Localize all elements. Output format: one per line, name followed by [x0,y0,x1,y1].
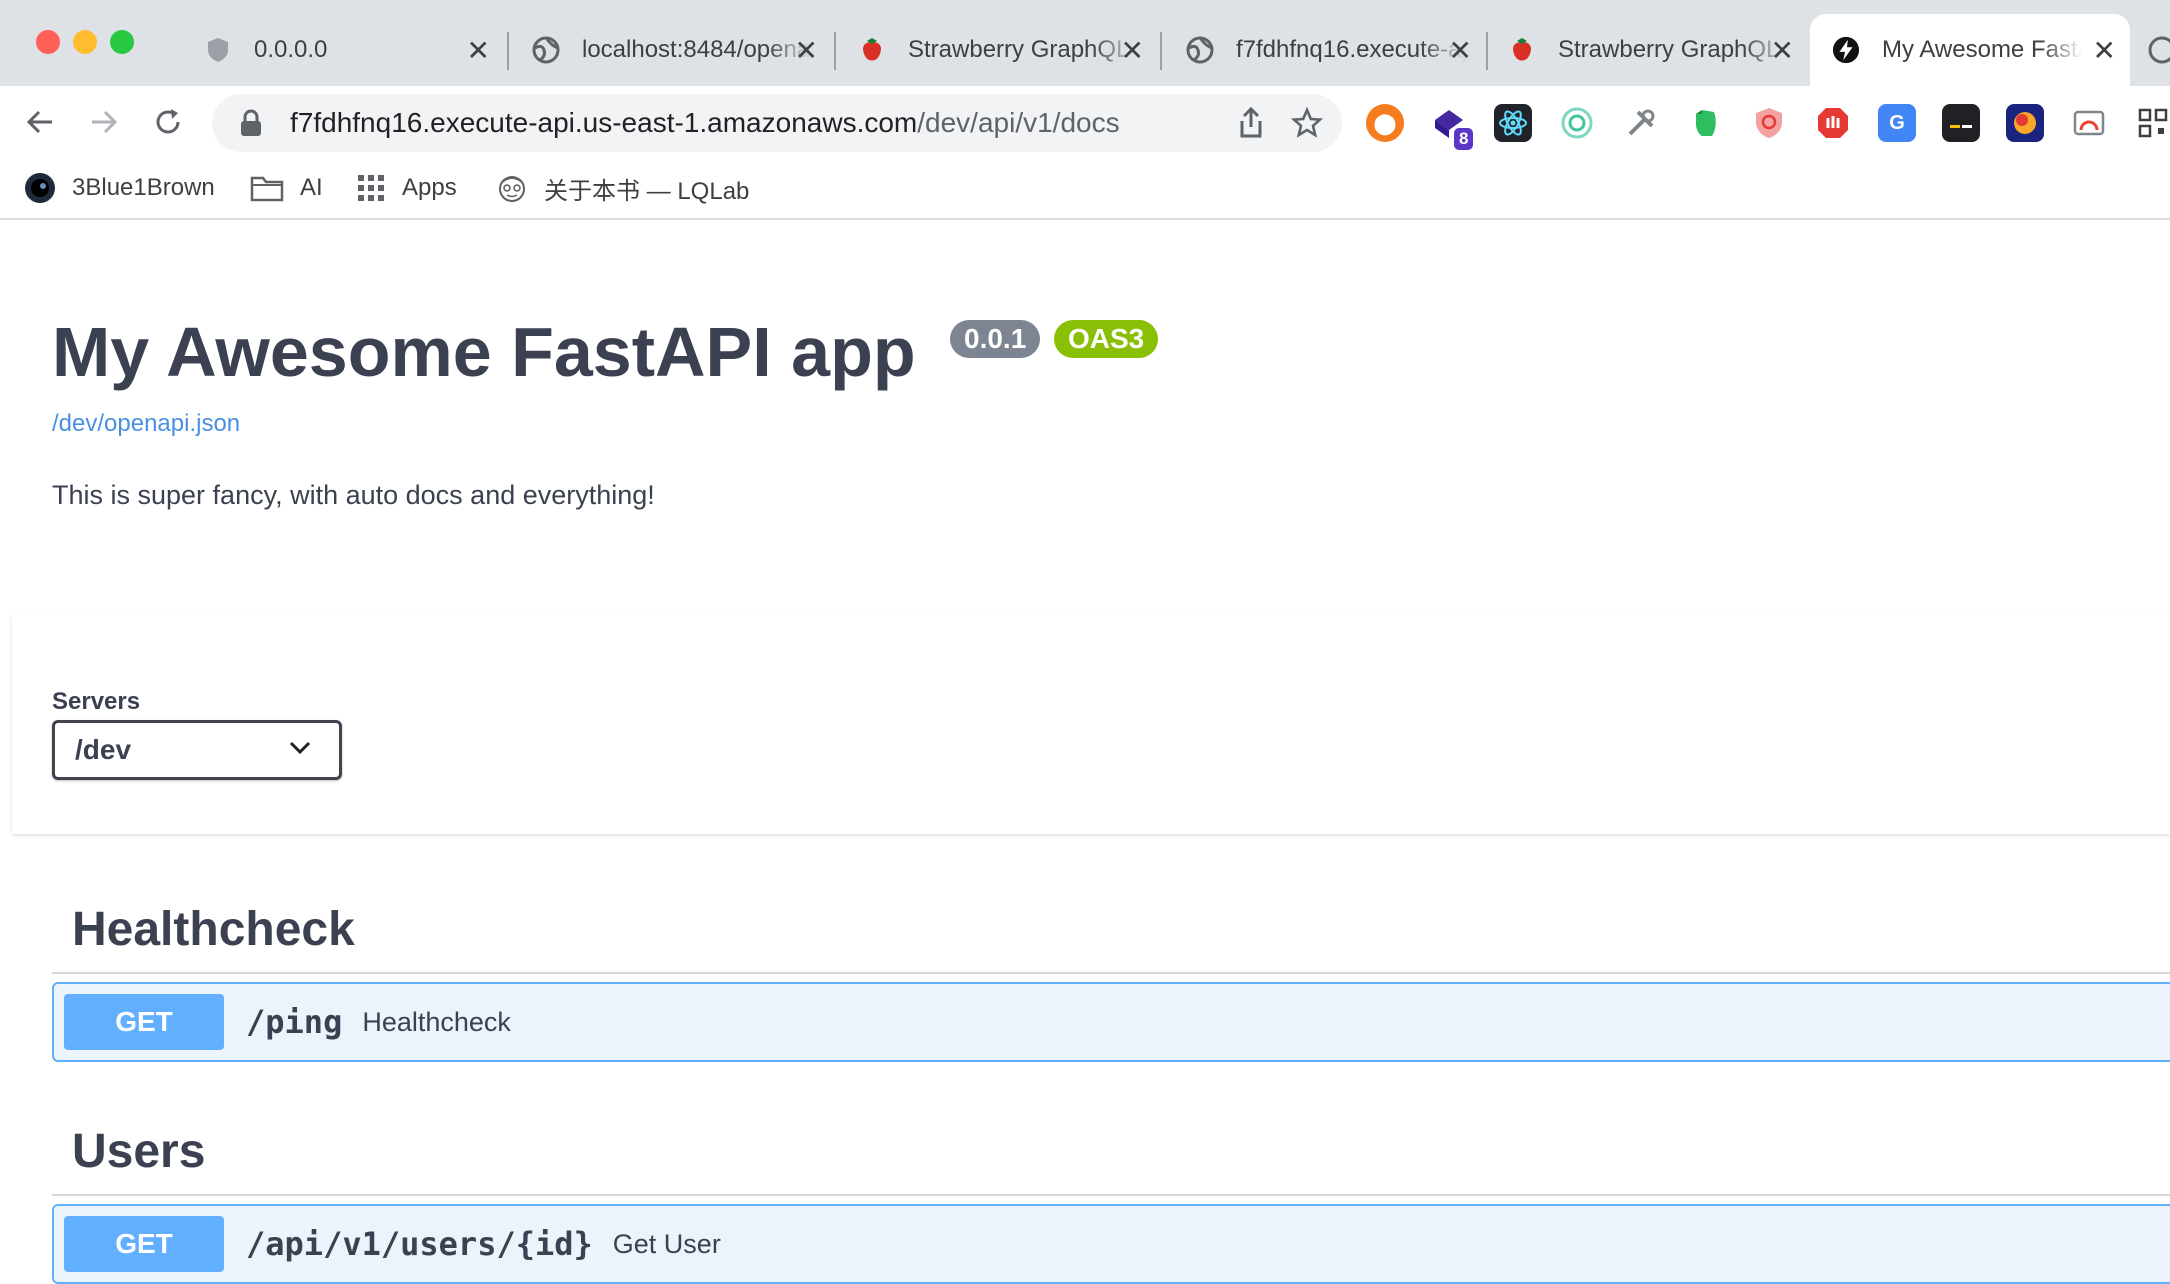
api-description: This is super fancy, with auto docs and … [52,480,655,510]
operation-path: /ping [246,1003,343,1041]
tab-title: localhost:8484/openapi [582,36,812,63]
tab-5-active[interactable]: My Awesome FastAPI app ✕ [1810,14,2130,86]
globe-icon [532,36,560,64]
tag-users[interactable]: Users [52,1102,2170,1196]
fastapi-bolt-icon [1832,36,1860,64]
close-window-button[interactable] [36,30,60,54]
minimize-window-button[interactable] [73,30,97,54]
share-icon[interactable] [1232,104,1270,142]
extension-target-icon[interactable] [1558,104,1596,142]
tab-separator [834,32,836,70]
tab-separator [1486,32,1488,70]
http-method-badge: GET [64,1216,224,1272]
qr-code-icon[interactable] [2134,104,2170,142]
bookmark-label: 3Blue1Brown [72,174,215,201]
servers-select[interactable]: /dev [52,720,342,780]
close-tab-icon[interactable]: ✕ [467,34,490,67]
oas-badge: OAS3 [1054,320,1159,358]
operation-get-user[interactable]: GET /api/v1/users/{id} Get User [52,1204,2170,1284]
back-button[interactable] [18,100,62,144]
tab-title: Strawberry GraphQL [908,36,1130,63]
strawberry-icon [858,36,886,64]
tab-title: f7fdhfnq16.execute-api [1236,36,1466,63]
evernote-icon[interactable] [1686,104,1724,142]
operation-path: /api/v1/users/{id} [246,1225,593,1263]
tab-overflow[interactable] [2148,14,2170,86]
tab-0[interactable]: 0.0.0.0 ✕ [204,14,504,86]
close-tab-icon[interactable]: ✕ [795,34,818,67]
close-tab-icon[interactable]: ✕ [2093,34,2116,67]
tab-title: My Awesome FastAPI app [1882,36,2082,63]
reload-button[interactable] [146,100,190,144]
tab-title: Strawberry GraphQL [1558,36,1780,63]
url-text: f7fdhfnq16.execute-api.us-east-1.amazona… [290,107,1120,139]
bookmark-star-icon[interactable] [1288,104,1326,142]
bookmark-label: Apps [402,174,457,201]
browser-toolbar: f7fdhfnq16.execute-api.us-east-1.amazona… [0,86,2170,158]
extension-badge: 8 [1454,128,1474,150]
browser-chrome: 0.0.0.0 ✕ localhost:8484/openapi ✕ Straw… [0,0,2170,220]
url-host: f7fdhfnq16.execute-api.us-east-1.amazona… [290,107,918,138]
tag-title: Healthcheck [72,903,355,956]
extension-orange-icon[interactable]: ⬤ [1366,104,1404,142]
tab-2[interactable]: Strawberry GraphQL ✕ [858,14,1158,86]
operation-summary: Healthcheck [362,1006,511,1037]
extension-window-icon[interactable] [2070,104,2108,142]
bookmark-apps[interactable]: Apps [356,170,457,206]
tag-healthcheck[interactable]: Healthcheck [52,880,2170,974]
face-icon [496,172,528,204]
tab-separator [507,32,509,70]
url-path: /dev/api/v1/docs [917,107,1120,138]
gray-shield-icon [204,36,232,64]
bookmark-label: 关于本书 — LQLab [544,177,750,205]
tag-title: Users [72,1125,206,1178]
extension-purple-cube-icon[interactable]: 8 [1430,104,1474,150]
operation-summary: Get User [612,1228,721,1259]
lock-icon [241,109,261,136]
extension-tools-icon[interactable] [1622,104,1660,142]
window-controls [36,30,134,54]
servers-section: Servers /dev [12,614,2170,834]
globe-icon [2148,36,2170,64]
google-translate-icon[interactable]: G [1878,104,1916,142]
strawberry-icon [1508,36,1536,64]
ublock-icon[interactable] [1814,104,1852,142]
bookmark-3blue1brown[interactable]: 3Blue1Brown [24,170,215,206]
bookmark-lqlab[interactable]: 关于本书 — LQLab [496,170,749,206]
3b1b-icon [24,172,56,204]
operation-get-ping[interactable]: GET /ping Healthcheck [52,982,2170,1062]
close-tab-icon[interactable]: ✕ [1121,34,1144,67]
bookmark-label: AI [300,174,323,201]
extension-colorful-icon[interactable] [2006,104,2044,142]
http-method-badge: GET [64,994,224,1050]
tab-1[interactable]: localhost:8484/openapi ✕ [532,14,832,86]
version-badge: 0.0.1 [950,320,1041,358]
maximize-window-button[interactable] [110,30,134,54]
folder-icon [250,174,284,202]
page-title: My Awesome FastAPI app [52,313,916,391]
tab-title: 0.0.0.0 [254,36,328,63]
extension-shield-icon[interactable] [1750,104,1788,142]
tab-3[interactable]: f7fdhfnq16.execute-api ✕ [1186,14,1486,86]
bookmarks-bar: 3Blue1Brown AI Apps 关于本书 — LQLab [0,158,2170,220]
openapi-spec-link[interactable]: /dev/openapi.json [52,410,240,438]
close-tab-icon[interactable]: ✕ [1771,34,1794,67]
tab-strip: 0.0.0.0 ✕ localhost:8484/openapi ✕ Straw… [0,0,2170,86]
tab-4[interactable]: Strawberry GraphQL ✕ [1508,14,1808,86]
address-bar[interactable]: f7fdhfnq16.execute-api.us-east-1.amazona… [212,94,1342,152]
chevron-down-icon [289,741,311,755]
servers-selected-value: /dev [75,734,132,765]
globe-icon [1186,36,1214,64]
bookmark-folder-ai[interactable]: AI [250,170,323,206]
close-tab-icon[interactable]: ✕ [1449,34,1472,67]
react-devtools-icon[interactable] [1494,104,1532,142]
servers-label: Servers [52,688,141,715]
forward-button[interactable] [82,100,126,144]
tab-separator [1160,32,1162,70]
apps-grid-icon [356,173,386,203]
extension-terminal-icon[interactable] [1942,104,1980,142]
